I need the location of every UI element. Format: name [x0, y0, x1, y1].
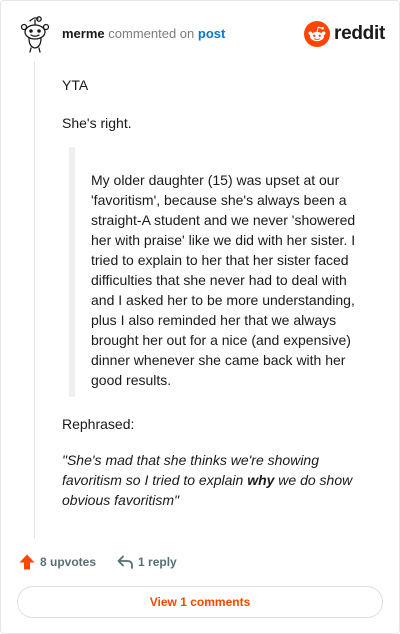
post-link[interactable]: post — [198, 26, 225, 41]
comment-actions: 8 upvotes 1 reply — [18, 552, 382, 572]
comment-card: merme commented on post reddit YTA She's… — [0, 0, 400, 634]
reply-arrow-icon — [117, 555, 133, 569]
reply-count: 1 reply — [138, 555, 177, 569]
snoo-avatar-icon[interactable] — [19, 15, 51, 55]
blockquote-bar — [69, 147, 75, 397]
comment-header: merme commented on post reddit — [19, 15, 385, 55]
rephrased-emphasis: why — [247, 472, 275, 488]
thread-line[interactable] — [34, 61, 35, 539]
blockquote-text: My older daughter (15) was upset at our … — [91, 172, 356, 388]
view-comments-button[interactable]: View 1 comments — [17, 586, 383, 618]
reply-button[interactable]: 1 reply — [116, 553, 177, 571]
rephrased-quote: "She's mad that she thinks we're showing… — [62, 450, 377, 510]
comment-paragraph: She's right. — [62, 115, 132, 131]
byline-verb: commented on — [108, 26, 195, 41]
upvote-count: 8 upvotes — [40, 555, 97, 569]
comment-paragraph: YTA — [62, 77, 89, 93]
upvote-arrow-icon — [19, 554, 35, 570]
comment-paragraph: Rephrased: — [62, 416, 135, 432]
reddit-logo-icon — [304, 21, 331, 47]
upvote-button[interactable]: 8 upvotes — [18, 553, 96, 571]
comment-byline: merme commented on post — [62, 26, 225, 42]
reddit-wordmark: reddit — [334, 23, 385, 44]
comment-author[interactable]: merme — [62, 26, 105, 41]
reddit-logo[interactable]: reddit — [304, 21, 385, 47]
